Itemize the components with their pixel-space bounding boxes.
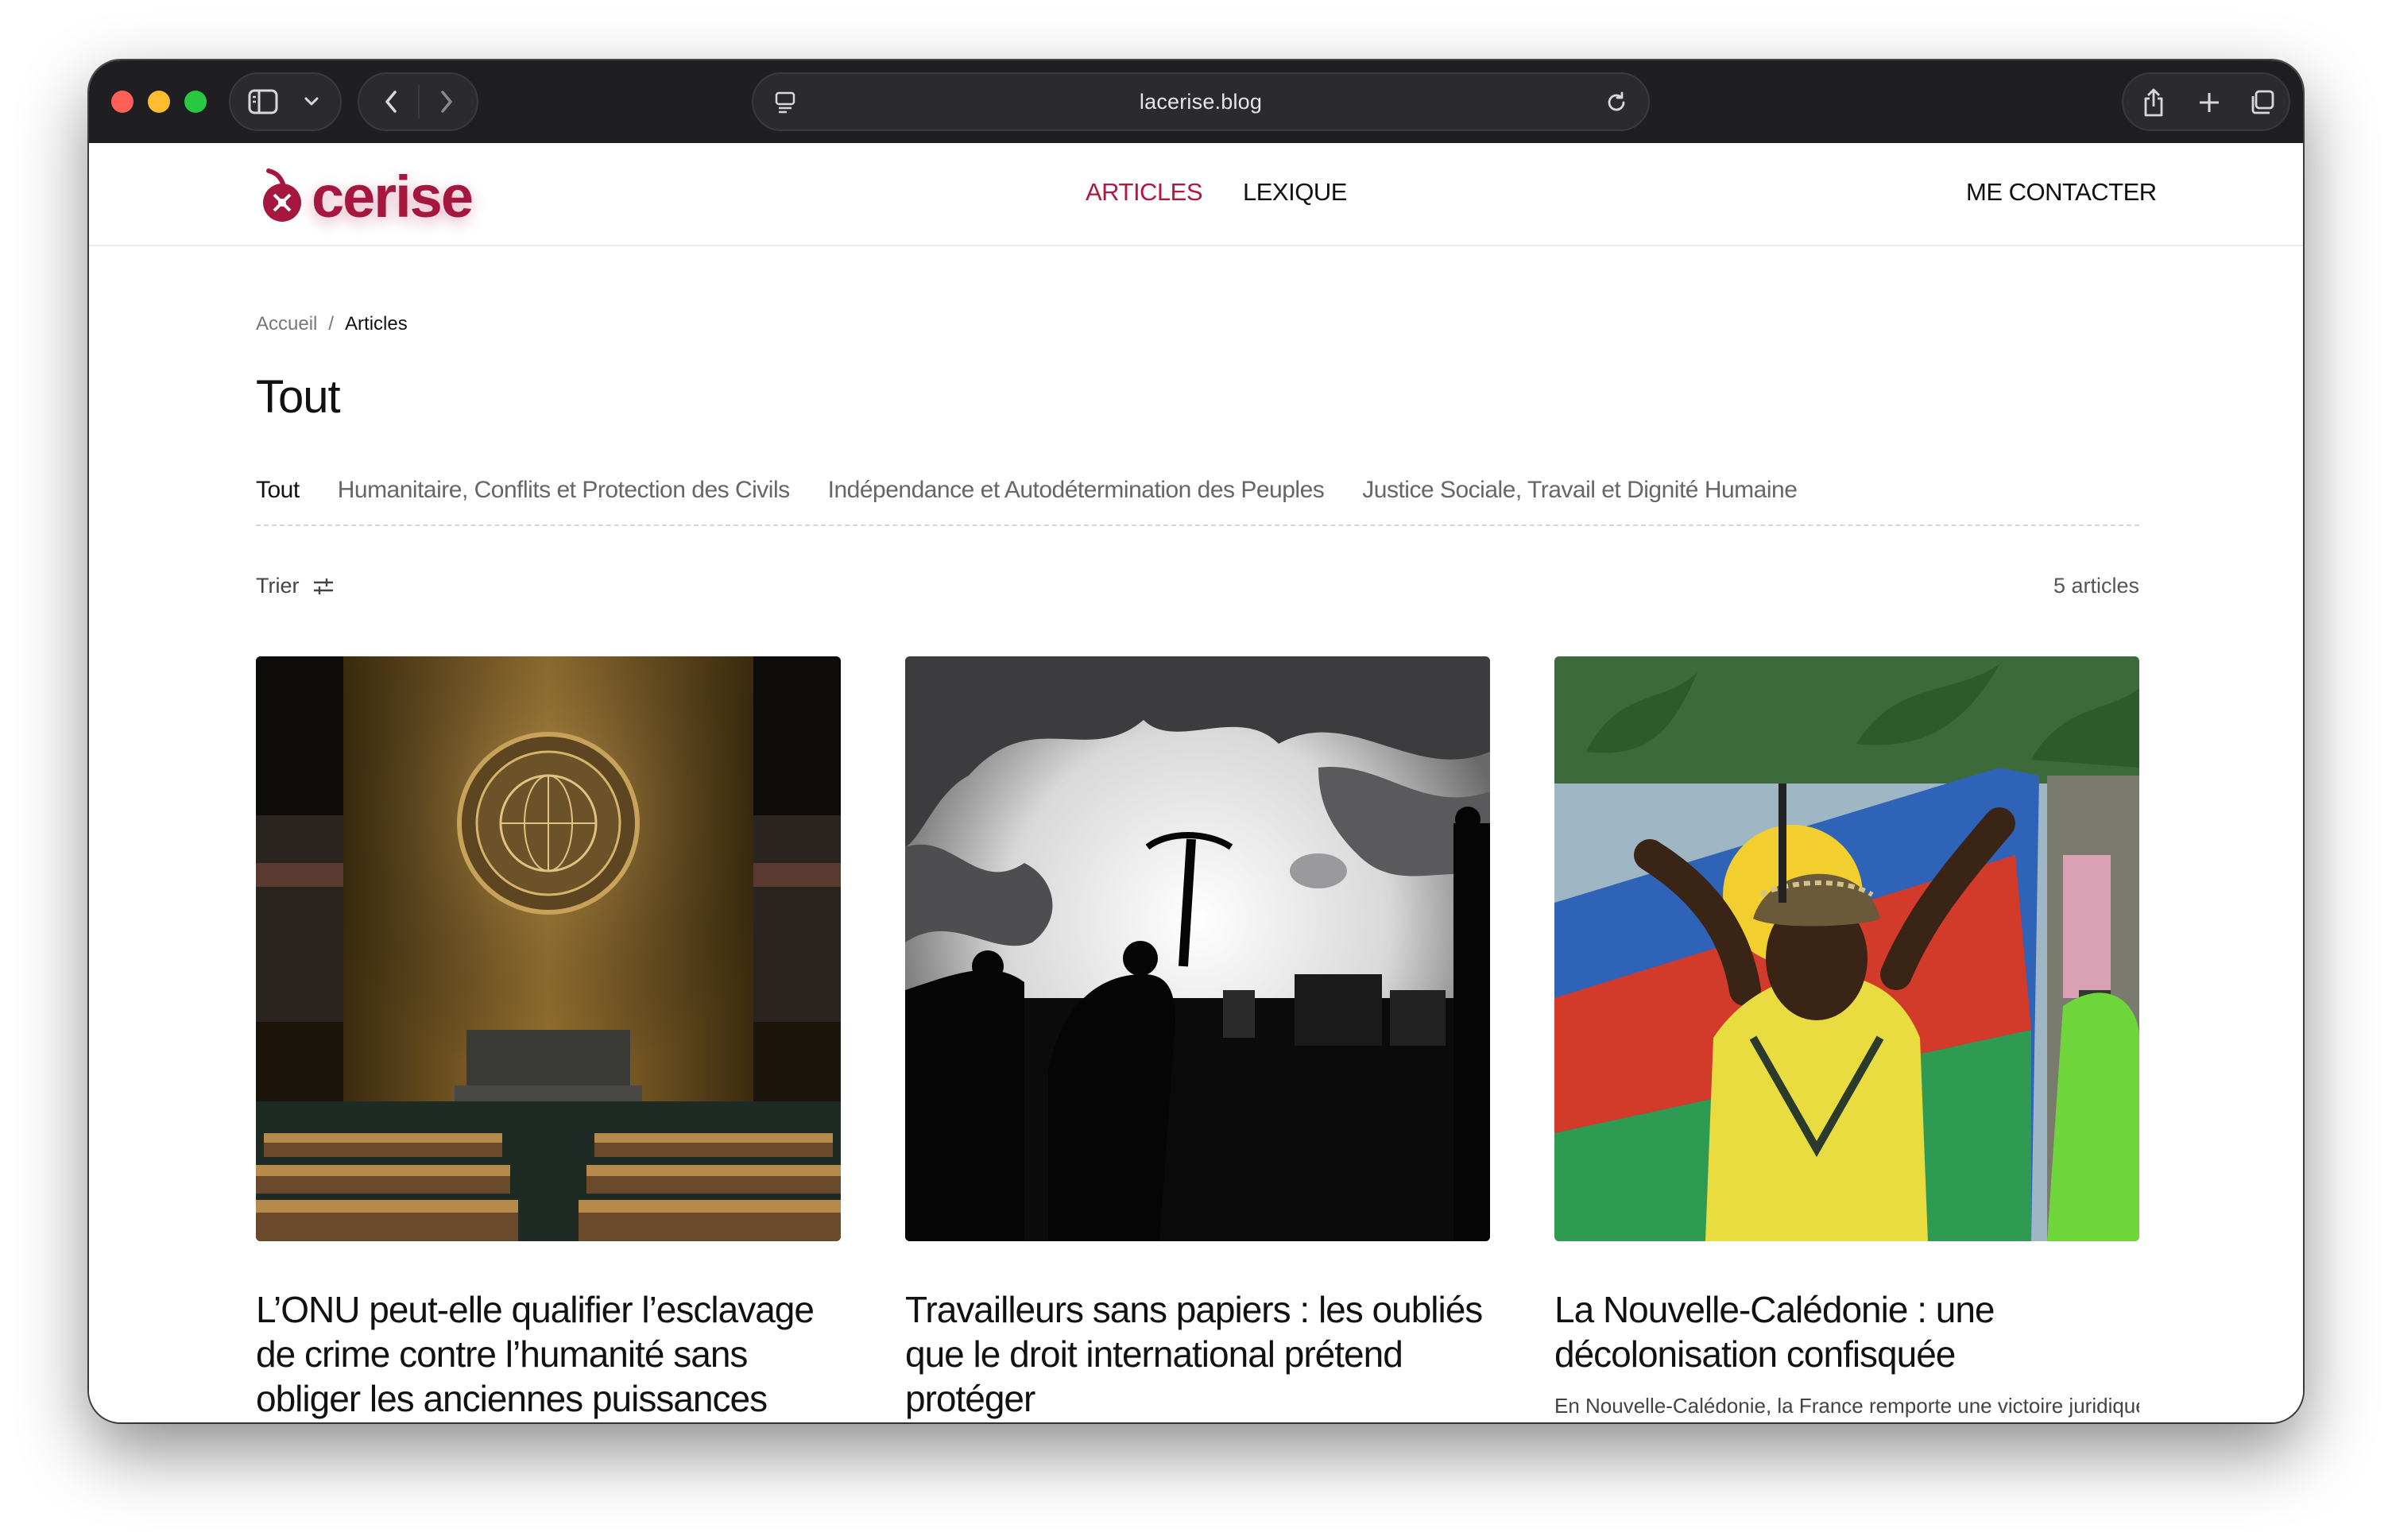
sort-label: Trier	[256, 574, 300, 598]
sort-button[interactable]: Trier	[256, 574, 335, 598]
tab-humanitaire[interactable]: Humanitaire, Conflits et Protection des …	[338, 477, 790, 524]
url-text[interactable]: lacerise.blog	[753, 74, 1648, 130]
breadcrumb-home[interactable]: Accueil	[256, 313, 317, 335]
new-tab-icon[interactable]	[2192, 85, 2227, 120]
article-count: 5 articles	[2053, 574, 2139, 598]
sliders-icon	[313, 578, 333, 594]
article-excerpt: En Nouvelle-Calédonie, la France remport…	[1554, 1394, 2139, 1418]
page-title: Tout	[256, 371, 341, 423]
share-icon[interactable]	[2136, 85, 2171, 120]
article-title[interactable]: La Nouvelle-Calédonie : une décolonisati…	[1554, 1287, 2139, 1376]
workers-silhouette-photo[interactable]	[905, 656, 1490, 1241]
un-general-assembly-photo[interactable]	[256, 656, 841, 1241]
article-card[interactable]: La Nouvelle-Calédonie : une décolonisati…	[1554, 656, 2139, 1418]
breadcrumb-current: Articles	[345, 313, 408, 335]
category-tabs: Tout Humanitaire, Conflits et Protection…	[256, 477, 2139, 526]
cherry-logo-icon	[263, 168, 301, 222]
minimize-window-button[interactable]	[148, 91, 170, 113]
article-title[interactable]: L’ONU peut-elle qualifier l’esclavage de…	[256, 1287, 841, 1421]
forward-icon[interactable]	[428, 87, 466, 117]
site-logo[interactable]: cerise	[256, 161, 474, 232]
site-header: cerise ARTICLES LEXIQUE ME CONTACTER	[89, 143, 2303, 246]
breadcrumb: Accueil / Articles	[256, 313, 408, 335]
article-card[interactable]: Travailleurs sans papiers : les oubliés …	[905, 656, 1490, 1419]
tab-independance[interactable]: Indépendance et Autodétermination des Pe…	[828, 477, 1325, 524]
sort-row: Trier 5 articles	[256, 574, 2139, 606]
sidebar-icon[interactable]	[246, 87, 280, 117]
zoom-window-button[interactable]	[184, 91, 207, 113]
close-window-button[interactable]	[111, 91, 134, 113]
back-icon[interactable]	[372, 87, 410, 117]
article-card[interactable]: L’ONU peut-elle qualifier l’esclavage de…	[256, 656, 841, 1419]
logo-text: cerise	[312, 163, 474, 230]
kanak-flag-woman-photo[interactable]	[1554, 656, 2139, 1241]
history-navigation-group	[358, 72, 478, 131]
tab-justice-sociale[interactable]: Justice Sociale, Travail et Dignité Huma…	[1362, 477, 1798, 524]
browser-window: lacerise.blog cerise ARTICLES LEXIQUE ME…	[89, 60, 2303, 1422]
window-actions-group	[2122, 72, 2290, 131]
article-title[interactable]: Travailleurs sans papiers : les oubliés …	[905, 1287, 1490, 1421]
browser-toolbar: lacerise.blog	[89, 60, 2303, 143]
sidebar-toggle-group	[229, 72, 342, 131]
reload-icon[interactable]	[1602, 88, 1631, 117]
tab-tout[interactable]: Tout	[256, 477, 300, 524]
nav-articles[interactable]: ARTICLES	[1086, 178, 1203, 207]
divider	[418, 85, 420, 118]
address-bar[interactable]: lacerise.blog	[752, 72, 1650, 131]
tabs-overview-icon[interactable]	[2244, 85, 2279, 120]
chevron-down-icon[interactable]	[297, 90, 326, 114]
nav-contact[interactable]: ME CONTACTER	[1966, 178, 2157, 207]
nav-lexique[interactable]: LEXIQUE	[1243, 178, 1347, 207]
page-content: cerise ARTICLES LEXIQUE ME CONTACTER Acc…	[89, 143, 2303, 1422]
breadcrumb-separator: /	[328, 313, 335, 335]
